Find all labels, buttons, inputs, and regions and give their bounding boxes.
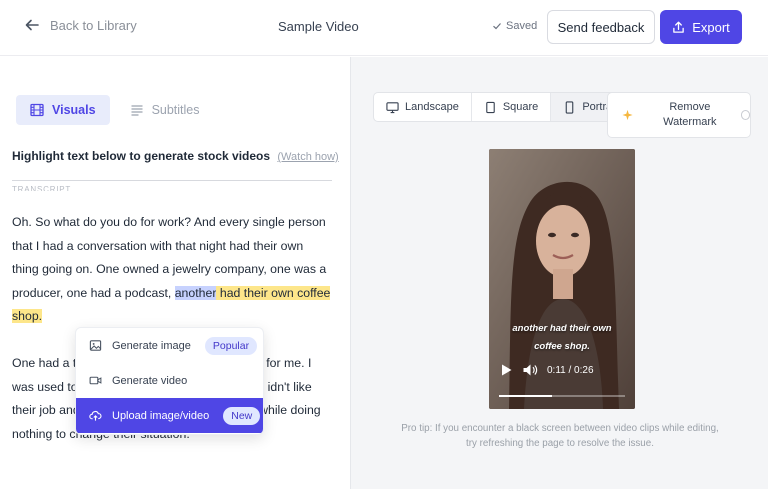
phone-icon (566, 100, 574, 114)
menu-item-generate-video[interactable]: Generate video (76, 363, 263, 398)
tab-visuals[interactable]: Visuals (16, 95, 110, 125)
preview-panel: Landscape Square Portrait Remove Waterma… (350, 57, 768, 489)
transcript-label: TRANSCRIPT (12, 185, 72, 191)
video-progress-bar[interactable] (499, 395, 625, 397)
arrow-left-icon (25, 19, 39, 31)
tab-subtitles-label: Subtitles (151, 103, 200, 117)
menu-item-upload-image-video[interactable]: Upload image/video New (76, 398, 263, 433)
sparkle-icon (622, 109, 633, 121)
menu-item-label: Generate video (112, 374, 188, 387)
aspect-ratio-selector: Landscape Square Portrait (373, 92, 631, 122)
export-icon (673, 21, 684, 33)
tab-visuals-label: Visuals (52, 103, 96, 117)
send-feedback-button[interactable]: Send feedback (547, 10, 655, 44)
upload-cloud-icon (89, 410, 102, 421)
transcript-paragraph[interactable]: Oh. So what do you do for work? And ever… (12, 211, 332, 329)
new-badge: New (223, 406, 261, 425)
image-icon (89, 340, 102, 351)
watermark-label: Remove Watermark (663, 101, 717, 128)
watch-how-link[interactable]: (Watch how) (277, 151, 338, 163)
pro-tip-text: Pro tip: If you encounter a black screen… (401, 423, 719, 449)
export-label: Export (692, 19, 730, 35)
highlight-instruction: Highlight text below to generate stock v… (12, 149, 339, 163)
monitor-icon (386, 101, 399, 113)
volume-icon[interactable] (522, 363, 538, 377)
subtitle-line-2: coffee shop. (534, 341, 590, 352)
video-title: Sample Video (278, 19, 359, 34)
menu-item-generate-image[interactable]: Generate image Popular (76, 328, 263, 363)
top-bar: Back to Library Sample Video Saved Send … (0, 0, 768, 56)
back-label: Back to Library (50, 17, 137, 33)
panel-tabs: Visuals Subtitles (16, 95, 214, 125)
subtitle-line-1: another had their own (512, 323, 612, 334)
transcript-text-plain: One had a t (12, 356, 77, 370)
check-icon (493, 23, 501, 30)
saved-label: Saved (506, 20, 538, 32)
divider (12, 180, 332, 181)
video-preview[interactable]: another had their own coffee shop. 0:11 … (489, 149, 635, 409)
popular-badge: Popular (204, 336, 258, 355)
export-button[interactable]: Export (660, 10, 742, 44)
generate-context-menu: Generate image Popular Generate video Up… (75, 327, 264, 435)
film-icon (30, 103, 44, 117)
aspect-label: Square (502, 101, 539, 113)
video-icon (89, 376, 102, 385)
left-panel: Visuals Subtitles Highlight text below t… (0, 57, 350, 489)
menu-item-label: Generate image (112, 339, 191, 352)
transcript-highlight-selected[interactable]: another (174, 285, 217, 300)
aspect-square-button[interactable]: Square (472, 93, 552, 121)
remove-watermark-option[interactable]: Remove Watermark (607, 92, 751, 138)
aspect-label: Landscape (405, 101, 459, 113)
hint-text: Highlight text below to generate stock v… (12, 149, 271, 163)
progress-fill (499, 395, 552, 397)
lines-icon (131, 105, 143, 116)
tab-subtitles[interactable]: Subtitles (116, 95, 214, 125)
watermark-radio[interactable] (740, 110, 750, 120)
time-display: 0:11 / 0:26 (547, 364, 594, 376)
video-controls: 0:11 / 0:26 (499, 363, 594, 377)
play-icon[interactable] (499, 363, 513, 377)
square-icon (486, 101, 495, 113)
aspect-landscape-button[interactable]: Landscape (374, 93, 472, 121)
back-to-library-link[interactable]: Back to Library (24, 17, 137, 33)
saved-status: Saved (492, 20, 537, 32)
menu-item-label: Upload image/video (112, 409, 210, 422)
